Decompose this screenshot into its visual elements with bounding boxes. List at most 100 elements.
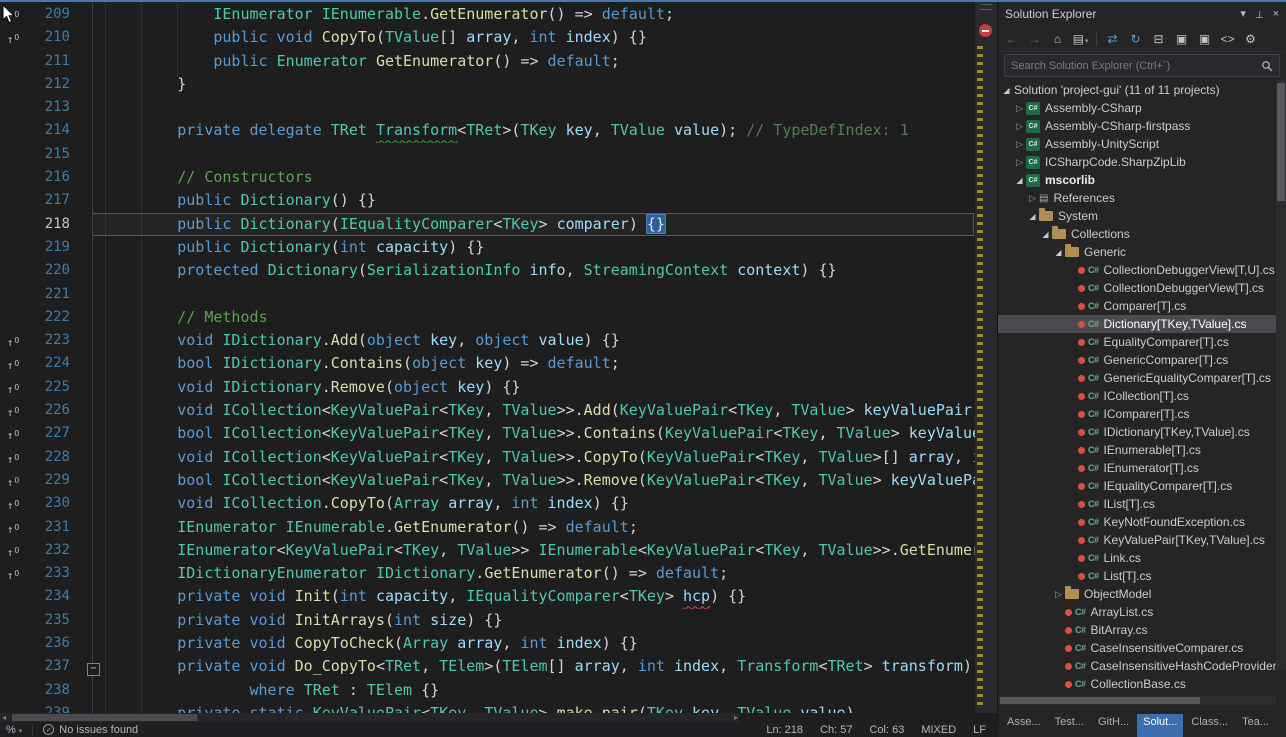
tree-item[interactable]: C#CollectionDebuggerView[T].cs [998,279,1276,297]
tool-window-tab-tea[interactable]: Tea... [1236,714,1275,737]
fold-margin[interactable]: − [92,655,105,678]
tree-item[interactable]: C#BitArray.cs [998,621,1276,639]
code-line-210[interactable]: ↑O210 public void CopyTo(TValue[] array,… [0,26,975,49]
scrollbar-splitter-handle-icon[interactable] [980,4,992,10]
code-health-indicator[interactable]: ✓ No issues found [43,724,138,736]
line-number[interactable]: 233 [26,562,92,585]
implements-interface-icon[interactable]: ↑O [0,446,26,469]
code-line-225[interactable]: ↑O225 void IDictionary.Remove(object key… [0,376,975,399]
expanded-chevron-icon[interactable]: ◢ [1039,230,1052,239]
expanded-chevron-icon[interactable]: ◢ [1000,86,1013,95]
code-line-222[interactable]: 222 // Methods [0,306,975,329]
collapse-all-icon[interactable]: ⊟ [1148,32,1169,46]
line-number[interactable]: 211 [26,50,92,73]
tree-item[interactable]: ▷C#Assembly-CSharp-firstpass [998,117,1276,135]
code-line-218[interactable]: 218 public Dictionary(IEqualityComparer<… [0,213,975,236]
line-number[interactable]: 221 [26,283,92,306]
tree-item[interactable]: C#IList[T].cs [998,495,1276,513]
collapse-region-icon[interactable]: − [87,663,100,676]
search-input[interactable] [1005,60,1261,72]
code-line-211[interactable]: 211 public Enumerator GetEnumerator() =>… [0,50,975,73]
refresh-icon[interactable]: ↻ [1125,32,1146,46]
explorer-hscroll-thumb[interactable] [1000,697,1200,704]
implements-interface-icon[interactable]: ↑O [0,376,26,399]
tool-window-tab-solut[interactable]: Solut... [1137,714,1183,737]
line-number[interactable]: 223 [26,329,92,352]
tree-item[interactable]: ▷▤References [998,189,1276,207]
line-ending-indicator[interactable]: LF [973,724,986,736]
implements-interface-icon[interactable]: ↑O [0,399,26,422]
code-line-233[interactable]: ↑O233 IDictionaryEnumerator IDictionary.… [0,562,975,585]
implements-interface-icon[interactable]: ↑O [0,539,26,562]
line-number[interactable]: 231 [26,516,92,539]
tree-item[interactable]: C#GenericComparer[T].cs [998,351,1276,369]
line-number[interactable]: 234 [26,585,92,608]
line-number[interactable]: 228 [26,446,92,469]
implements-interface-icon[interactable]: ↑O [0,469,26,492]
expanded-chevron-icon[interactable]: ◢ [1026,212,1039,221]
line-number[interactable]: 216 [26,166,92,189]
code-line-230[interactable]: ↑O230 void ICollection.CopyTo(Array arra… [0,492,975,515]
code-line-214[interactable]: 214 private delegate TRet Transform<TRet… [0,119,975,142]
column-indicator[interactable]: Col: 63 [869,724,904,736]
tree-item[interactable]: ◢Collections [998,225,1276,243]
tree-item[interactable]: ◢System [998,207,1276,225]
implements-interface-icon[interactable]: ↑O [0,329,26,352]
tree-item[interactable]: ◢Generic [998,243,1276,261]
tree-item[interactable]: ◢Solution 'project-gui' (11 of 11 projec… [998,81,1276,99]
tree-item[interactable]: C#IEnumerable[T].cs [998,441,1276,459]
line-number[interactable]: 220 [26,259,92,282]
code-line-220[interactable]: 220 protected Dictionary(SerializationIn… [0,259,975,282]
code-line-209[interactable]: ↑O209 IEnumerator IEnumerable.GetEnumera… [0,3,975,26]
back-icon[interactable]: ← [1001,32,1022,46]
line-number[interactable]: 230 [26,492,92,515]
mixed-line-endings-indicator[interactable]: MIXED [921,724,956,736]
line-number[interactable]: 213 [26,96,92,119]
code-line-216[interactable]: 216 // Constructors [0,166,975,189]
code-line-235[interactable]: 235 private void InitArrays(int size) {} [0,609,975,632]
tool-window-tab-test[interactable]: Test... [1049,714,1090,737]
tree-item[interactable]: C#KeyNotFoundException.cs [998,513,1276,531]
horizontal-scroll-thumb[interactable] [12,714,197,721]
character-indicator[interactable]: Ch: 57 [820,724,852,736]
line-number[interactable]: 235 [26,609,92,632]
line-number[interactable]: 239 [26,702,92,713]
sync-with-active-document-icon[interactable]: ⇄ [1102,32,1123,46]
tree-item[interactable]: C#CaseInsensitiveHashCodeProvider.cs [998,657,1276,675]
search-icon[interactable] [1261,60,1273,72]
code-editor[interactable]: ↑O209 IEnumerator IEnumerable.GetEnumera… [0,0,997,713]
search-box[interactable] [1004,54,1280,77]
tool-window-tab-class[interactable]: Class... [1185,714,1234,737]
tree-item[interactable]: C#KeyValuePair[TKey,TValue].cs [998,531,1276,549]
line-number[interactable]: 229 [26,469,92,492]
preview-selected-items-icon[interactable]: ▣ [1194,32,1215,46]
tree-item[interactable]: ◢C#mscorlib [998,171,1276,189]
window-position-icon[interactable]: ▾ [1240,7,1246,20]
tree-item[interactable]: C#EqualityComparer[T].cs [998,333,1276,351]
line-indicator[interactable]: Ln: 218 [766,724,803,736]
code-line-221[interactable]: 221 [0,283,975,306]
tree-item[interactable]: C#IDictionary[TKey,TValue].cs [998,423,1276,441]
pin-icon[interactable]: ⊤ [1255,8,1264,19]
line-number[interactable]: 214 [26,119,92,142]
explorer-vertical-scrollbar[interactable] [1276,80,1286,670]
implements-interface-icon[interactable]: ↑O [0,26,26,49]
implements-interface-icon[interactable]: ↑O [0,562,26,585]
zoom-level-control[interactable]: %▾ [6,724,22,736]
line-number[interactable]: 225 [26,376,92,399]
line-number[interactable]: 224 [26,352,92,375]
tool-window-tab-gith[interactable]: GitH... [1092,714,1135,737]
tree-item[interactable]: C#GenericEqualityComparer[T].cs [998,369,1276,387]
line-number[interactable]: 210 [26,26,92,49]
editor-vertical-scrollbar[interactable] [975,0,997,713]
line-number[interactable]: 232 [26,539,92,562]
copy-icon[interactable]: ▣ [1171,32,1192,46]
collapsed-chevron-icon[interactable]: ▷ [1013,121,1026,132]
forward-icon[interactable]: → [1024,32,1045,46]
code-line-212[interactable]: 212 } [0,73,975,96]
tree-item[interactable]: ▷C#ICSharpCode.SharpZipLib [998,153,1276,171]
tree-item[interactable]: C#IEqualityComparer[T].cs [998,477,1276,495]
line-number[interactable]: 217 [26,189,92,212]
line-number[interactable]: 212 [26,73,92,96]
code-line-217[interactable]: 217 public Dictionary() {} [0,189,975,212]
